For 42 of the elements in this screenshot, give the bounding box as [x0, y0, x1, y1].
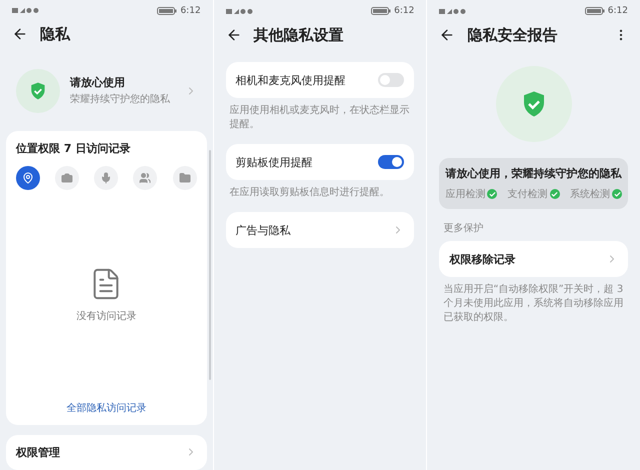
- empty-message: 没有访问记录: [76, 310, 136, 324]
- status-icons: [12, 7, 40, 14]
- setting-row[interactable]: 相机和麦克风使用提醒: [226, 62, 414, 98]
- setting-row[interactable]: 剪贴板使用提醒: [226, 144, 414, 180]
- location-pin-icon[interactable]: [16, 166, 40, 190]
- camera-icon[interactable]: [55, 166, 80, 190]
- people-icon[interactable]: [133, 166, 158, 190]
- setting-note: 应用使用相机或麦克风时，在状态栏显示提醒。: [230, 104, 410, 132]
- folder-icon[interactable]: [172, 166, 197, 190]
- setting-note: 在应用读取剪贴板信息时进行提醒。: [230, 186, 391, 200]
- setting-label: 相机和麦克风使用提醒: [236, 72, 346, 88]
- page-title: 其他隐私设置: [254, 26, 345, 44]
- status-icons: [226, 8, 254, 14]
- records-title: 位置权限 7 日访问记录: [16, 140, 132, 156]
- section-label: 更多保护: [443, 222, 484, 235]
- setting-row[interactable]: 广告与隐私: [226, 212, 414, 248]
- all-records-link[interactable]: 全部隐私访问记录: [66, 401, 146, 416]
- menu-row[interactable]: 权限管理: [6, 434, 207, 470]
- page-title: 隐私安全报告: [467, 26, 558, 44]
- battery-icon: [584, 7, 605, 15]
- battery-icon: [371, 7, 392, 15]
- setting-label: 剪贴板使用提醒: [236, 154, 313, 170]
- status-icons: [439, 8, 468, 14]
- status-time: 6:12: [394, 6, 414, 16]
- toggle-switch[interactable]: [378, 155, 404, 169]
- banner-title: 请放心使用: [70, 75, 126, 90]
- back-icon[interactable]: [226, 27, 242, 43]
- microphone-icon[interactable]: [94, 166, 118, 190]
- battery-icon: [157, 6, 178, 15]
- item-note: 当应用开启“自动移除权限”开关时，超 3 个月未使用此应用，系统将自动移除应用已获取的权限。: [443, 283, 624, 325]
- summary-title: 请放心使用，荣耀持续守护您的隐私: [446, 166, 622, 181]
- banner-subtitle: 荣耀持续守护您的隐私: [70, 92, 171, 106]
- check-item: 应用检测: [445, 187, 498, 201]
- check-item: 支付检测: [508, 187, 560, 201]
- toggle-switch[interactable]: [378, 73, 404, 87]
- menu-row[interactable]: 权限移除记录: [439, 241, 628, 277]
- status-time: 6:12: [608, 6, 628, 16]
- setting-label: 广告与隐私: [236, 222, 291, 238]
- check-item: 系统检测: [570, 187, 622, 201]
- page-title: 隐私: [40, 24, 72, 44]
- status-time: 6:12: [180, 6, 201, 16]
- back-icon[interactable]: [12, 26, 28, 42]
